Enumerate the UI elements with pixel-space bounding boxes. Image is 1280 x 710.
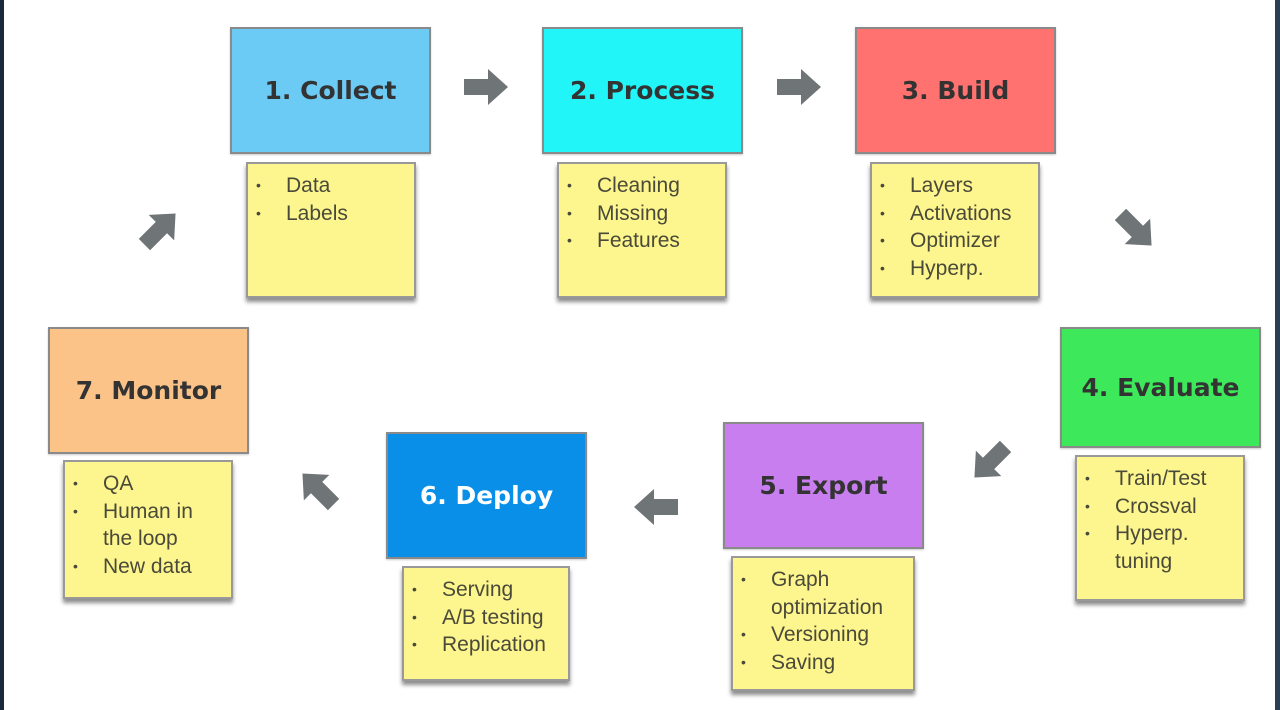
note-item: Human in the loop — [71, 498, 225, 553]
stage-2-note: CleaningMissingFeatures — [557, 162, 727, 298]
left-edge — [0, 0, 4, 710]
stage-4-note: Train/TestCrossvalHyperp. tuning — [1075, 455, 1245, 601]
note-item: Graph optimization — [739, 566, 907, 621]
stage-title: 3. Build — [901, 76, 1010, 105]
arrow-icon — [632, 487, 680, 527]
stage-title: 7. Monitor — [75, 376, 222, 405]
note-item: Cleaning — [565, 172, 719, 200]
note-item: Layers — [878, 172, 1032, 200]
note-item: New data — [71, 553, 225, 581]
stage-title: 1. Collect — [264, 76, 397, 105]
note-item: QA — [71, 470, 225, 498]
stage-1-note: DataLabels — [246, 162, 416, 298]
note-item: Data — [254, 172, 408, 200]
stage-5-box: 5. Export — [723, 422, 924, 549]
note-item: A/B testing — [410, 604, 562, 632]
arrow-icon — [287, 458, 349, 520]
stage-title: 4. Evaluate — [1081, 373, 1240, 402]
stage-7-box: 7. Monitor — [48, 327, 249, 454]
note-item: Replication — [410, 631, 562, 659]
stage-title: 5. Export — [759, 471, 888, 500]
note-item: Activations — [878, 200, 1032, 228]
note-item: Crossval — [1083, 493, 1237, 521]
arrow-icon — [775, 67, 823, 107]
note-item: Optimizer — [878, 227, 1032, 255]
stage-title: 2. Process — [570, 76, 715, 105]
note-item: Hyperp. — [878, 255, 1032, 283]
stage-3-note: LayersActivationsOptimizerHyperp. — [870, 162, 1040, 298]
note-item: Missing — [565, 200, 719, 228]
stage-3-box: 3. Build — [855, 27, 1056, 154]
note-item: Saving — [739, 649, 907, 677]
stage-6-box: 6. Deploy — [386, 432, 587, 559]
stage-1-box: 1. Collect — [230, 27, 431, 154]
stage-7-note: QAHuman in the loopNew data — [63, 460, 233, 599]
note-item: Train/Test — [1083, 465, 1237, 493]
right-edge — [1275, 0, 1280, 710]
arrow-icon — [959, 431, 1021, 493]
note-item: Features — [565, 227, 719, 255]
arrow-icon — [1105, 199, 1167, 261]
stage-title: 6. Deploy — [419, 481, 554, 510]
stage-5-note: Graph optimizationVersioningSaving — [731, 556, 915, 691]
stage-4-box: 4. Evaluate — [1060, 327, 1261, 448]
note-item: Hyperp. tuning — [1083, 520, 1237, 575]
arrow-icon — [462, 67, 510, 107]
arrow-icon — [129, 198, 191, 260]
stage-2-box: 2. Process — [542, 27, 743, 154]
note-item: Versioning — [739, 621, 907, 649]
note-item: Labels — [254, 200, 408, 228]
note-item: Serving — [410, 576, 562, 604]
stage-6-note: ServingA/B testingReplication — [402, 566, 570, 681]
